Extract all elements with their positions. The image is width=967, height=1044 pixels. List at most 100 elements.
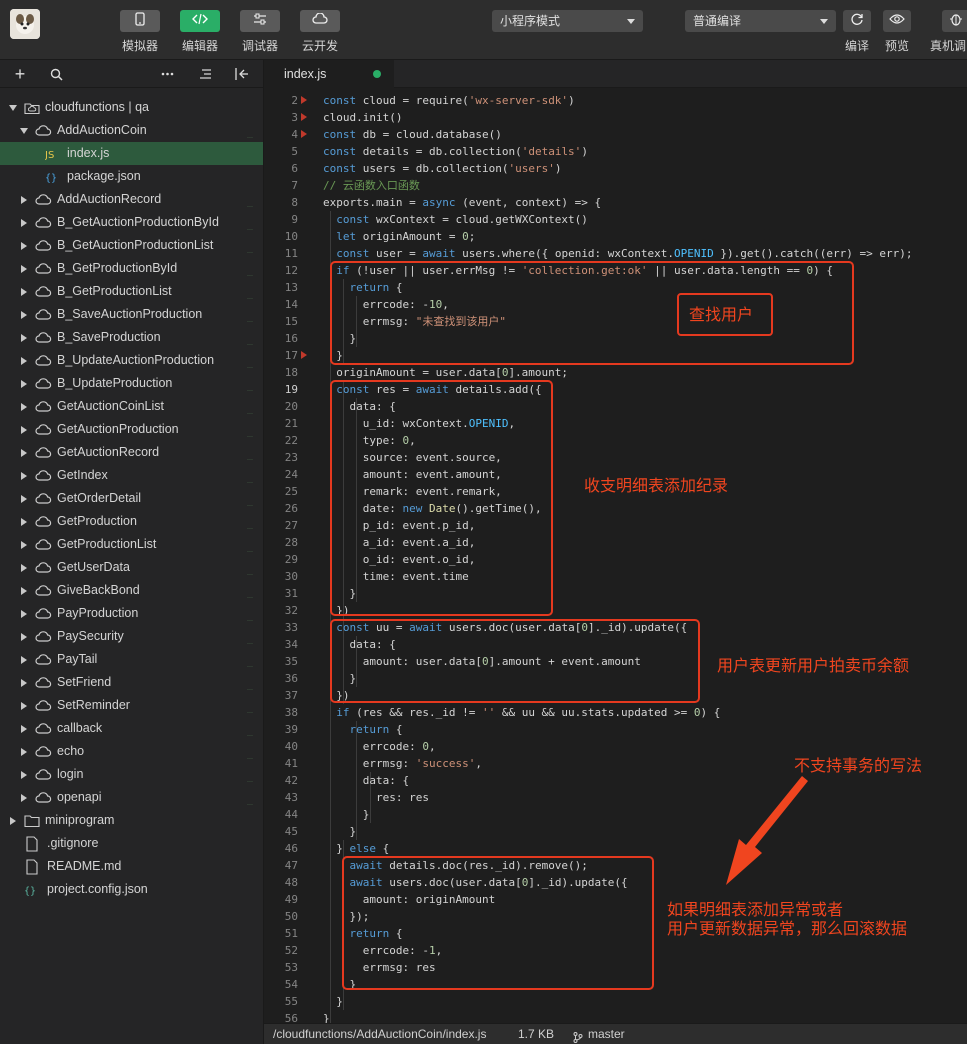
chevron-right-icon[interactable] xyxy=(21,472,27,480)
simulator-button[interactable] xyxy=(120,10,160,32)
tree-item[interactable]: B_UpdateProduction ··· xyxy=(0,372,263,395)
git-branch-icon xyxy=(573,1029,583,1044)
tree-item[interactable]: B_GetProductionById ··· xyxy=(0,257,263,280)
chevron-right-icon[interactable] xyxy=(21,495,27,503)
mode-select[interactable]: 小程序模式 xyxy=(492,10,643,32)
chevron-right-icon[interactable] xyxy=(21,426,27,434)
debugger-button[interactable] xyxy=(240,10,280,32)
more-icon[interactable] xyxy=(159,66,175,82)
sort-icon[interactable] xyxy=(197,66,213,82)
search-icon[interactable] xyxy=(48,66,64,82)
tree-item[interactable]: GetIndex ··· xyxy=(0,464,263,487)
chevron-right-icon[interactable] xyxy=(10,817,16,825)
tree-item[interactable]: PaySecurity ··· xyxy=(0,625,263,648)
tree-item[interactable]: GetAuctionRecord ··· xyxy=(0,441,263,464)
line-number: 34 xyxy=(284,638,298,651)
line-number: 39 xyxy=(284,723,298,736)
tree-item[interactable]: JS index.js xyxy=(0,142,263,165)
chevron-right-icon[interactable] xyxy=(21,587,27,595)
chevron-right-icon[interactable] xyxy=(21,242,27,250)
tree-item[interactable]: GetProductionList ··· xyxy=(0,533,263,556)
tree-item[interactable]: PayTail ··· xyxy=(0,648,263,671)
tree-item[interactable]: .gitignore xyxy=(0,832,263,855)
line-number: 21 xyxy=(284,417,298,430)
tree-item[interactable]: openapi ··· xyxy=(0,786,263,809)
chevron-right-icon[interactable] xyxy=(21,380,27,388)
plus-icon[interactable]: + xyxy=(12,64,28,84)
breakpoint-marker-icon[interactable] xyxy=(301,113,307,121)
chevron-right-icon[interactable] xyxy=(21,357,27,365)
chevron-right-icon[interactable] xyxy=(21,196,27,204)
tree-item[interactable]: miniprogram xyxy=(0,809,263,832)
tree-item[interactable]: GetOrderDetail ··· xyxy=(0,487,263,510)
tree-item[interactable]: GetUserData ··· xyxy=(0,556,263,579)
code-line: if (res && res._id != '' && uu && uu.sta… xyxy=(336,706,721,719)
chevron-down-icon[interactable] xyxy=(20,128,28,134)
chevron-right-icon[interactable] xyxy=(21,541,27,549)
cloud-function-icon xyxy=(35,698,52,714)
tree-item[interactable]: B_SaveProduction ··· xyxy=(0,326,263,349)
tree-item[interactable]: B_GetProductionList ··· xyxy=(0,280,263,303)
chevron-right-icon[interactable] xyxy=(21,702,27,710)
chevron-right-icon[interactable] xyxy=(21,518,27,526)
chevron-right-icon[interactable] xyxy=(21,403,27,411)
tree-item[interactable]: B_SaveAuctionProduction ··· xyxy=(0,303,263,326)
tree-item[interactable]: AddAuctionCoin ··· xyxy=(0,119,263,142)
tree-item[interactable]: {} package.json xyxy=(0,165,263,188)
editor-button[interactable] xyxy=(180,10,220,32)
breakpoint-marker-icon[interactable] xyxy=(301,96,307,104)
chevron-right-icon[interactable] xyxy=(21,656,27,664)
tree-item[interactable]: SetReminder ··· xyxy=(0,694,263,717)
breakpoint-marker-icon[interactable] xyxy=(301,351,307,359)
tree-item[interactable]: B_GetAuctionProductionList ··· xyxy=(0,234,263,257)
preview-button[interactable] xyxy=(883,10,911,32)
tree-item[interactable]: PayProduction ··· xyxy=(0,602,263,625)
compile-select[interactable]: 普通编译 xyxy=(685,10,836,32)
chevron-right-icon[interactable] xyxy=(21,794,27,802)
tree-item[interactable]: README.md xyxy=(0,855,263,878)
chevron-right-icon[interactable] xyxy=(21,748,27,756)
cloud-dev-button[interactable] xyxy=(300,10,340,32)
compile-button[interactable] xyxy=(843,10,871,32)
code-icon xyxy=(192,12,208,30)
chevron-right-icon[interactable] xyxy=(21,449,27,457)
chevron-right-icon[interactable] xyxy=(21,311,27,319)
tree-item[interactable]: AddAuctionRecord ··· xyxy=(0,188,263,211)
tree-item[interactable]: B_UpdateAuctionProduction ··· xyxy=(0,349,263,372)
chevron-right-icon[interactable] xyxy=(21,219,27,227)
chevron-right-icon[interactable] xyxy=(21,633,27,641)
tree-item[interactable]: GetAuctionProduction ··· xyxy=(0,418,263,441)
code-editor[interactable]: 2 const cloud = require('wx-server-sdk') 3… xyxy=(264,88,967,1023)
breakpoint-marker-icon[interactable] xyxy=(301,130,307,138)
tab-index-js[interactable]: index.js xyxy=(264,60,394,88)
chevron-right-icon[interactable] xyxy=(21,610,27,618)
tree-item[interactable]: GetProduction ··· xyxy=(0,510,263,533)
tree-item[interactable]: GetAuctionCoinList ··· xyxy=(0,395,263,418)
tree-item[interactable]: login ··· xyxy=(0,763,263,786)
add-record-annotation: 收支明细表添加纪录 xyxy=(584,476,729,495)
chevron-right-icon[interactable] xyxy=(21,771,27,779)
explorer-toolbar: + xyxy=(0,60,263,88)
chevron-down-icon[interactable] xyxy=(9,105,17,111)
chevron-right-icon[interactable] xyxy=(21,288,27,296)
chevron-right-icon[interactable] xyxy=(21,564,27,572)
chevron-right-icon[interactable] xyxy=(21,265,27,273)
tree-root[interactable]: cloudfunctions | qa xyxy=(0,96,263,119)
tree-item[interactable]: {} project.config.json xyxy=(0,878,263,901)
tree-item-label: B_SaveAuctionProduction xyxy=(57,307,203,321)
add-record-box xyxy=(330,380,553,616)
tree-item[interactable]: GiveBackBond ··· xyxy=(0,579,263,602)
tree-item[interactable]: SetFriend ··· xyxy=(0,671,263,694)
tree-item[interactable]: echo ··· xyxy=(0,740,263,763)
chevron-right-icon[interactable] xyxy=(21,679,27,687)
line-number: 7 xyxy=(291,179,298,192)
git-branch: master xyxy=(588,1027,625,1041)
avatar[interactable] xyxy=(10,9,40,39)
tree-item-label: B_GetAuctionProductionById xyxy=(57,215,219,229)
chevron-right-icon[interactable] xyxy=(21,334,27,342)
tree-item[interactable]: callback ··· xyxy=(0,717,263,740)
real-device-debug-button[interactable] xyxy=(942,10,967,32)
collapse-panel-icon[interactable] xyxy=(234,66,250,82)
tree-item[interactable]: B_GetAuctionProductionById ··· xyxy=(0,211,263,234)
chevron-right-icon[interactable] xyxy=(21,725,27,733)
